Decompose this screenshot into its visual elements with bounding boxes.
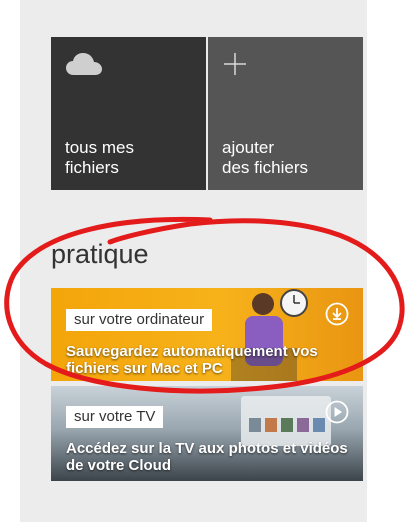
- computer-card[interactable]: sur votre ordinateur Sauvegardez automat…: [51, 288, 363, 381]
- add-files-label: ajouter des fichiers: [222, 138, 308, 178]
- add-files-tile[interactable]: ajouter des fichiers: [208, 37, 363, 190]
- all-files-label-line2: fichiers: [65, 158, 119, 177]
- all-files-label-line1: tous mes: [65, 138, 134, 157]
- cloud-icon: [65, 51, 103, 82]
- left-margin: [0, 0, 20, 522]
- download-icon[interactable]: [325, 302, 349, 331]
- tv-screen-illustration: [241, 396, 331, 446]
- add-files-label-line1: ajouter: [222, 138, 274, 157]
- play-icon[interactable]: [325, 400, 349, 429]
- all-files-tile[interactable]: tous mes fichiers: [51, 37, 206, 190]
- clock-illustration: [280, 289, 308, 317]
- tv-card-description: Accédez sur la TV aux photos et vidéos d…: [66, 440, 348, 474]
- right-margin: [367, 0, 413, 522]
- computer-card-tag: sur votre ordinateur: [66, 309, 213, 331]
- tv-card[interactable]: sur votre TV Accédez sur la TV aux photo…: [51, 386, 363, 481]
- computer-card-description: Sauvegardez automatiquement vos fichiers…: [66, 343, 318, 377]
- plus-icon: [222, 51, 248, 82]
- section-title: pratique: [51, 239, 149, 269]
- add-files-label-line2: des fichiers: [222, 158, 308, 177]
- tv-card-tag: sur votre TV: [66, 406, 164, 428]
- all-files-label: tous mes fichiers: [65, 138, 134, 178]
